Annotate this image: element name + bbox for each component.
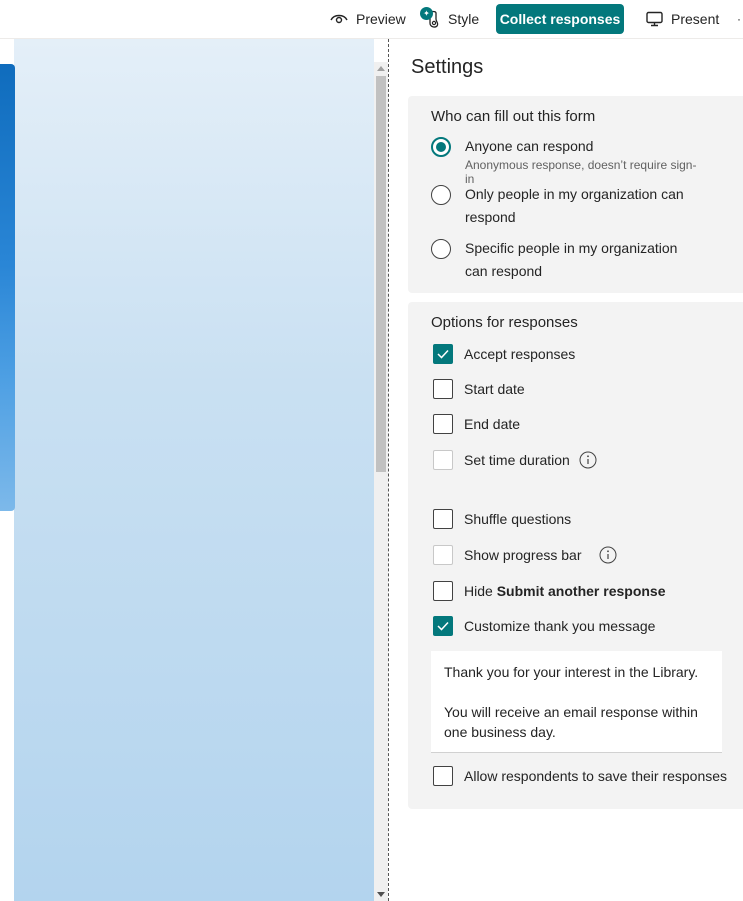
- checkmark-icon: [437, 349, 449, 359]
- checkbox-label: Customize thank you message: [464, 618, 656, 634]
- eye-icon: [330, 12, 356, 26]
- checkbox-shuffle-questions[interactable]: Shuffle questions: [433, 509, 571, 529]
- palette-icon: ✦: [420, 7, 448, 28]
- style-badge: ✦: [420, 7, 433, 20]
- checkbox-label: Set time duration: [464, 452, 570, 468]
- checkbox-start-date[interactable]: Start date: [433, 379, 525, 399]
- form-header-image: [0, 64, 15, 511]
- thank-you-line-2: You will receive an email response withi…: [444, 704, 698, 740]
- info-icon[interactable]: [579, 451, 597, 469]
- present-label: Present: [671, 11, 720, 27]
- checkbox-hide-submit-another[interactable]: Hide Submit another response: [433, 581, 666, 601]
- collect-responses-button[interactable]: Collect responses: [496, 4, 624, 34]
- hide-prefix: Hide: [464, 583, 493, 599]
- who-can-fill-title: Who can fill out this form: [431, 108, 596, 125]
- checkbox[interactable]: [433, 545, 453, 565]
- hide-bold-text: Submit another response: [496, 583, 666, 599]
- style-button[interactable]: ✦ Style: [420, 0, 480, 38]
- radio-organization[interactable]: Only people in my organization can respo…: [431, 185, 701, 229]
- checkbox-label: Allow respondents to save their response…: [464, 768, 728, 784]
- more-options-icon[interactable]: ·: [737, 0, 741, 38]
- checkbox-accept-responses[interactable]: Accept responses: [433, 344, 575, 364]
- checkbox[interactable]: [433, 766, 453, 786]
- options-title: Options for responses: [431, 314, 578, 331]
- radio-button[interactable]: [431, 137, 451, 157]
- radio-specific-people[interactable]: Specific people in my organization can r…: [431, 239, 701, 283]
- checkbox-label: Show progress bar: [464, 547, 582, 563]
- style-label: Style: [448, 11, 480, 27]
- scroll-thumb[interactable]: [376, 76, 386, 472]
- checkbox-end-date[interactable]: End date: [433, 414, 520, 434]
- checkbox[interactable]: [433, 450, 453, 470]
- who-can-fill-card: Who can fill out this form Anyone can re…: [408, 96, 743, 293]
- radio-button[interactable]: [431, 239, 451, 259]
- checkbox-set-time-duration[interactable]: Set time duration: [433, 450, 597, 470]
- checkbox-label: Shuffle questions: [464, 511, 572, 527]
- preview-scrollbar[interactable]: [374, 62, 388, 901]
- pane-divider: [388, 39, 389, 901]
- checkbox-show-progress-bar[interactable]: Show progress bar: [433, 545, 617, 565]
- checkbox[interactable]: [433, 344, 453, 364]
- checkbox-customize-thank-you[interactable]: Customize thank you message: [433, 616, 655, 636]
- scroll-up-arrow-icon[interactable]: [377, 66, 385, 71]
- info-icon[interactable]: [599, 546, 617, 564]
- present-button[interactable]: Present: [646, 0, 719, 38]
- checkbox[interactable]: [433, 509, 453, 529]
- checkbox-label: Start date: [464, 381, 525, 397]
- preview-label: Preview: [356, 11, 406, 27]
- checkbox-label: End date: [464, 416, 521, 432]
- checkbox[interactable]: [433, 581, 453, 601]
- radio-label: Specific people in my organization can r…: [465, 240, 678, 279]
- checkbox-allow-save-responses[interactable]: Allow respondents to save their response…: [433, 766, 727, 786]
- checkmark-icon: [437, 621, 449, 631]
- checkbox[interactable]: [433, 414, 453, 434]
- scroll-down-arrow-icon[interactable]: [377, 892, 385, 897]
- monitor-icon: [646, 11, 671, 27]
- form-preview-pane: [0, 39, 374, 901]
- checkbox[interactable]: [433, 379, 453, 399]
- radio-sublabel: Anonymous response, doesn’t require sign…: [465, 158, 697, 186]
- radio-label: Anyone can respond: [465, 138, 594, 154]
- settings-title: Settings: [411, 56, 484, 78]
- checkbox[interactable]: [433, 616, 453, 636]
- preview-button[interactable]: Preview: [330, 0, 406, 38]
- radio-anyone[interactable]: Anyone can respond Anonymous response, d…: [431, 137, 701, 186]
- top-toolbar: Preview ✦ Style Collect responses Presen…: [0, 0, 743, 39]
- checkbox-label: Hide Submit another response: [464, 583, 666, 599]
- thank-you-message-input[interactable]: Thank you for your interest in the Libra…: [431, 651, 722, 753]
- checkbox-label: Accept responses: [464, 346, 576, 362]
- thank-you-line-1: Thank you for your interest in the Libra…: [444, 664, 699, 680]
- radio-label: Only people in my organization can respo…: [465, 186, 684, 225]
- radio-button[interactable]: [431, 185, 451, 205]
